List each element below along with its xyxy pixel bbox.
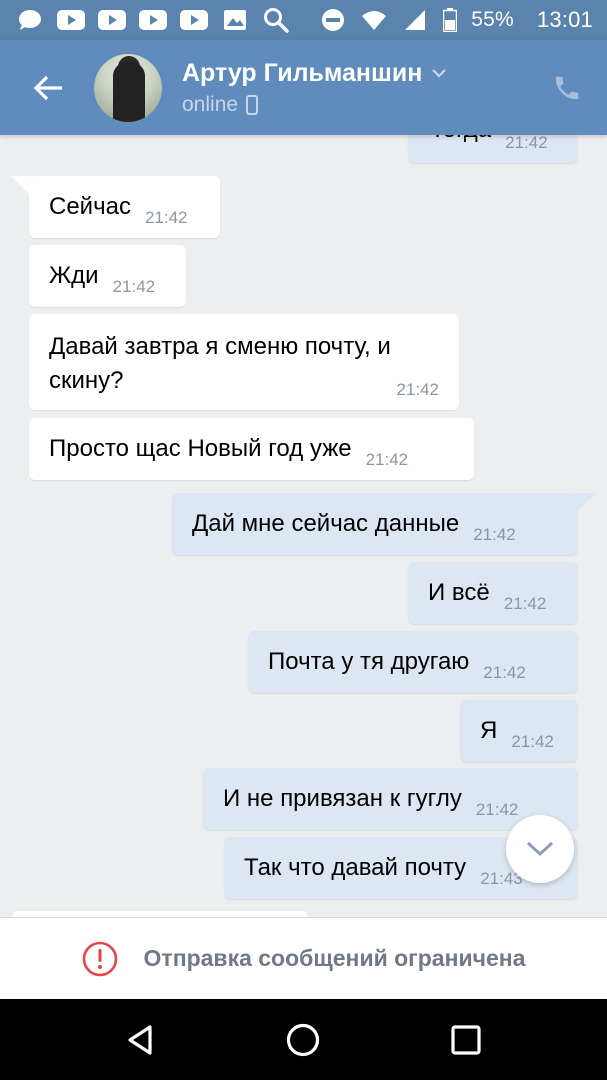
message-incoming[interactable]: Просто щас Новый год уже 21:42 [29,418,474,480]
image-icon [221,9,249,31]
call-button[interactable] [537,40,597,135]
avatar[interactable] [94,53,162,122]
message-time: 21:42 [503,594,547,613]
back-button[interactable] [14,40,82,135]
mobile-phone-icon [246,94,259,115]
message-incoming[interactable]: Давай завтра я сменю почту, и скину? 21:… [29,314,459,410]
message-text: И не привязан к гуглу [223,785,462,812]
youtube-icon [139,9,167,31]
message-list[interactable]: тогда 21:42 Сейчас 21:42 Жди 21:42 Давай… [0,135,607,917]
message-time: 21:42 [365,450,409,469]
message-outgoing[interactable]: Дай мне сейчас данные 21:42 [172,493,578,555]
message-time: 21:42 [505,135,548,152]
message-time: 21:42 [144,208,188,227]
warning-icon [82,941,117,976]
chevron-down-icon [526,841,554,857]
message-text: Сейчас [49,193,131,220]
message-text: Почта у тя другаю [268,648,470,675]
chat-bubble-icon [16,9,44,31]
message-time: 21:42 [483,663,526,682]
messaging-restricted-bar: Отправка сообщений ограничена [0,917,607,999]
message-text: Просто щас Новый год уже [49,435,352,462]
phone-icon [555,76,579,99]
arrow-left-icon [33,75,62,100]
clock: 13:01 [536,7,593,32]
message-text: Дай мне сейчас данные [192,510,460,537]
dnd-icon [319,9,347,31]
square-recents-icon [451,1024,481,1055]
contact-info[interactable]: Артур Гильманшин online [182,59,537,117]
message-incoming[interactable]: Сейчас 21:42 [29,176,220,238]
system-indicators: 55% 13:01 [319,7,593,33]
chat-header: Артур Гильманшин online [0,40,607,135]
chevron-down-icon [432,69,447,78]
bubble-tail [576,493,596,513]
notification-icons [16,8,290,33]
message-text: Я [480,717,498,744]
contact-name: Артур Гильманшин [182,58,423,87]
battery-percent: 55% [471,8,514,31]
youtube-icon [98,9,126,31]
message-time: 21:42 [396,380,439,399]
message-outgoing[interactable]: тогда 21:42 [408,135,578,163]
message-time: 21:42 [511,732,554,751]
nav-home-button[interactable] [273,1010,333,1070]
message-outgoing[interactable]: Почта у тя другаю 21:42 [248,631,578,693]
message-time: 21:42 [473,525,516,544]
message-text: Давай завтра я сменю почту, и скину? [49,333,391,394]
message-time: 21:42 [112,277,156,296]
contact-status: online [182,92,239,116]
youtube-icon [57,9,85,31]
message-time: 21:42 [475,800,519,819]
restriction-text: Отправка сообщений ограничена [143,945,526,971]
triangle-back-icon [128,1024,152,1055]
youtube-icon [180,9,208,31]
nav-recents-button[interactable] [436,1010,496,1070]
scroll-to-bottom-button[interactable] [506,815,574,883]
search-icon [262,8,290,33]
battery-icon [442,8,458,32]
message-outgoing[interactable]: И всё 21:42 [408,562,578,624]
message-text: Так что давай почту [244,854,467,881]
message-text: тогда [432,135,491,144]
status-bar: 55% 13:01 [0,0,607,40]
bubble-tail [11,176,31,196]
signal-icon [401,9,429,31]
nav-back-button[interactable] [111,1010,171,1070]
navigation-bar [0,999,607,1080]
circle-home-icon [287,1023,320,1056]
message-text: И всё [428,579,490,606]
message-outgoing[interactable]: Я 21:42 [460,700,578,762]
wifi-icon [360,9,388,31]
message-text: Жди [49,262,99,289]
message-incoming[interactable]: Жди 21:42 [29,245,186,307]
